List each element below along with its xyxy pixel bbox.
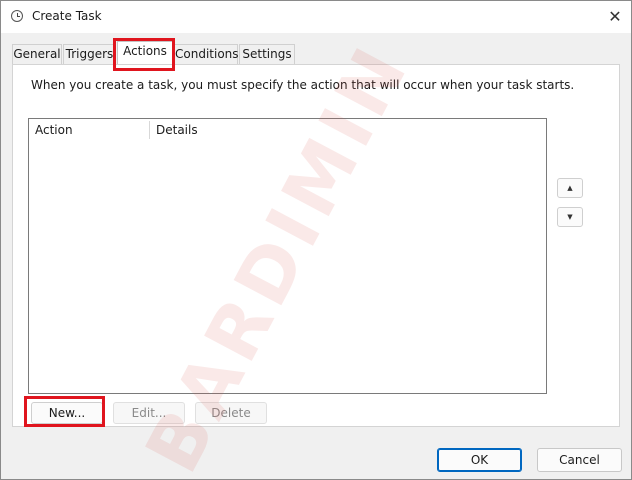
cancel-button[interactable]: Cancel: [537, 448, 622, 472]
move-down-button[interactable]: ▼: [557, 207, 583, 227]
tab-general[interactable]: General: [12, 44, 62, 64]
chevron-down-icon: ▼: [567, 213, 573, 221]
highlight-actions-tab: [113, 38, 175, 71]
tab-settings[interactable]: Settings: [239, 44, 295, 64]
close-icon[interactable]: ✕: [605, 7, 625, 27]
window-title: Create Task: [32, 9, 102, 23]
actions-panel: When you create a task, you must specify…: [12, 64, 620, 427]
actions-description: When you create a task, you must specify…: [31, 78, 575, 92]
move-up-button[interactable]: ▲: [557, 178, 583, 198]
actions-list[interactable]: Action Details: [28, 118, 547, 394]
column-header-details[interactable]: Details: [150, 119, 350, 141]
tab-conditions[interactable]: Conditions: [174, 44, 239, 64]
title-bar: Create Task ✕: [1, 1, 631, 33]
column-header-action[interactable]: Action: [29, 119, 149, 141]
task-clock-icon: [11, 10, 23, 22]
edit-action-button[interactable]: Edit...: [113, 402, 185, 424]
ok-button[interactable]: OK: [437, 448, 522, 472]
delete-action-button[interactable]: Delete: [195, 402, 267, 424]
tab-triggers[interactable]: Triggers: [63, 44, 116, 64]
highlight-new-button: [24, 396, 105, 427]
chevron-up-icon: ▲: [567, 184, 573, 192]
